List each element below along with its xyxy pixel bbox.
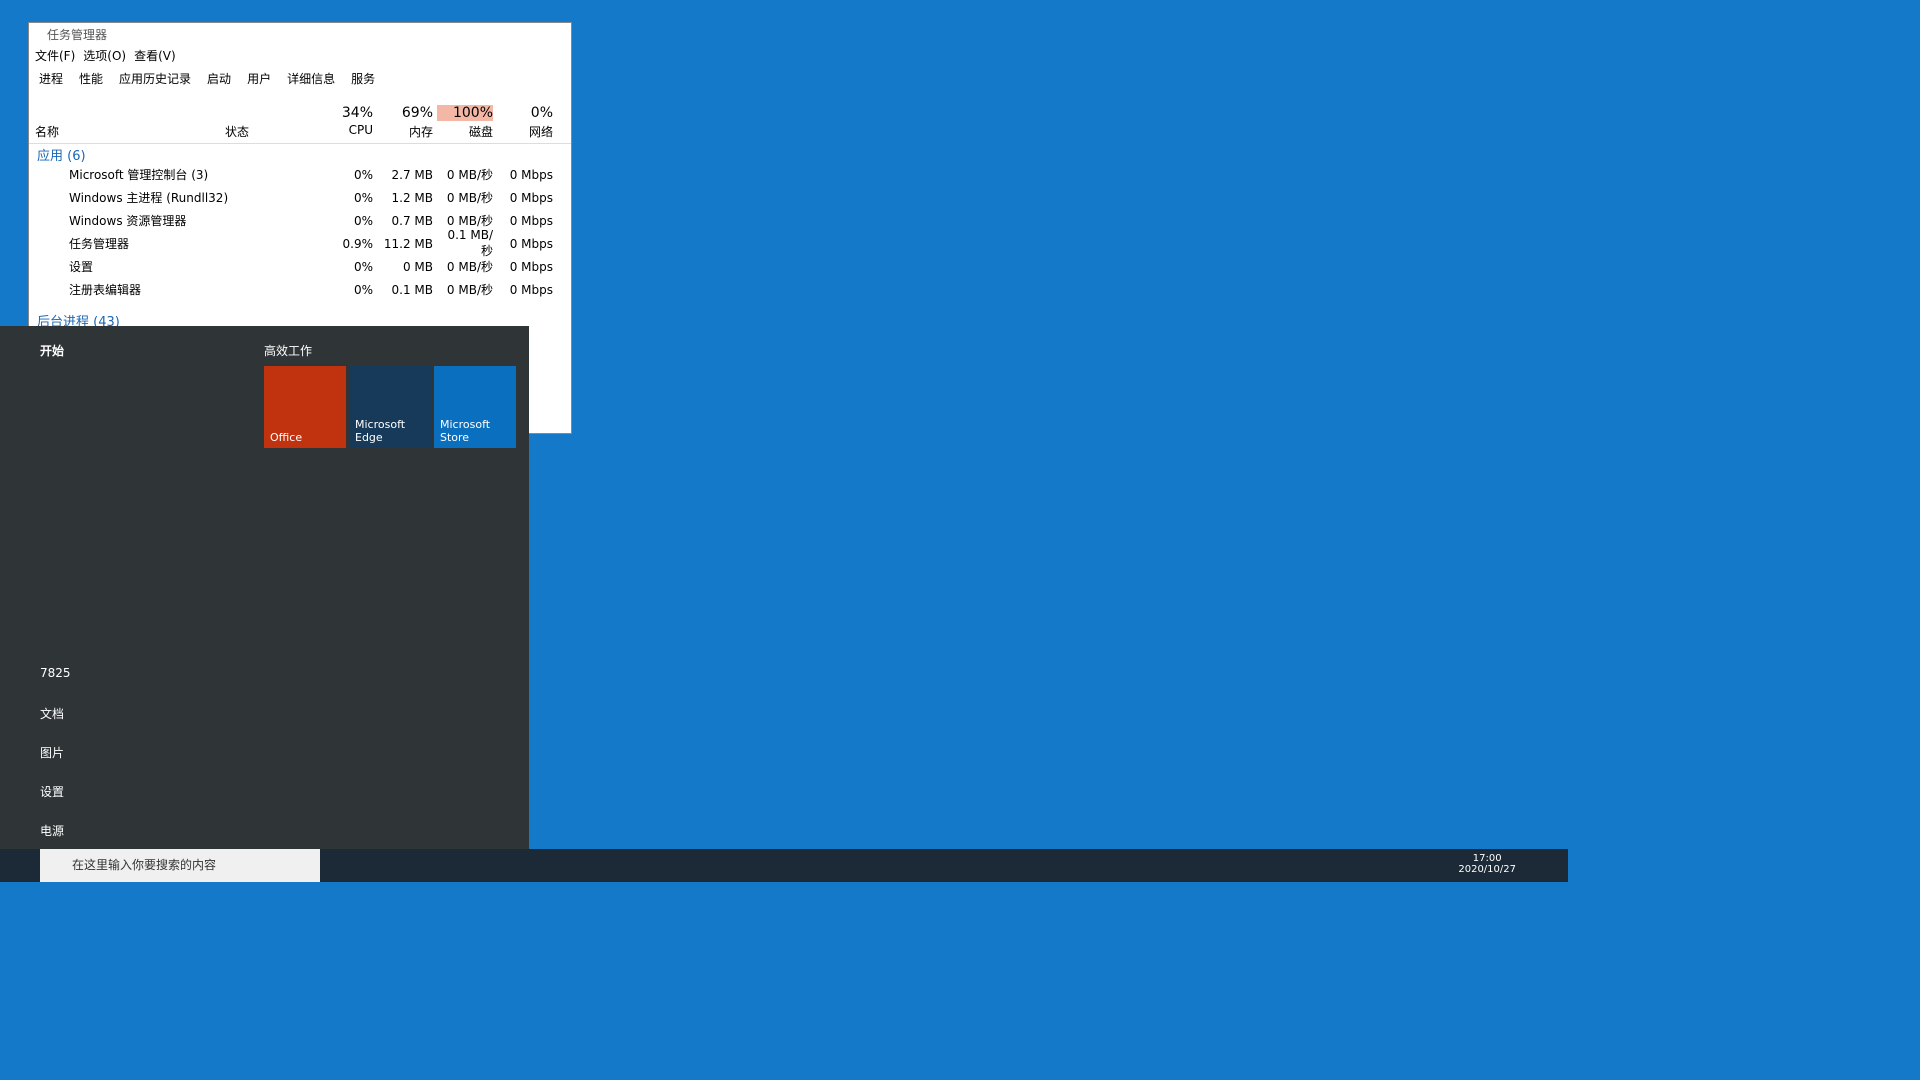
search-input[interactable]: 在这里输入你要搜索的内容: [40, 849, 320, 882]
col-name[interactable]: 名称: [35, 123, 59, 140]
process-disk: 0 MB/秒: [446, 168, 493, 182]
table-row[interactable]: 任务管理器 0.9% 11.2 MB 0.1 MB/秒 0 Mbps: [29, 228, 571, 258]
process-name: Windows 资源管理器: [69, 214, 187, 228]
table-row[interactable]: Windows 主进程 (Rundll32) 0% 1.2 MB 0 MB/秒 …: [29, 186, 571, 209]
process-net: 0 Mbps: [509, 213, 553, 228]
edge-tile[interactable]: Microsoft Edge: [349, 366, 431, 448]
process-disk: 0 MB/秒: [446, 191, 493, 205]
process-name: 设置: [69, 260, 94, 274]
taskbar: 在这里输入你要搜索的内容 17:00 2020/10/27: [0, 849, 1568, 882]
menu-view[interactable]: 查看(V): [134, 47, 176, 64]
table-row[interactable]: Microsoft 管理控制台 (3) 0% 2.7 MB 0 MB/秒 0 M…: [29, 163, 571, 186]
pictures-item[interactable]: 图片: [40, 744, 64, 761]
process-cpu: 0%: [353, 213, 373, 228]
tab-services[interactable]: 服务: [347, 68, 379, 89]
power-item[interactable]: 电源: [40, 822, 64, 839]
col-net: 网络: [528, 125, 553, 139]
process-disk: 0 MB/秒: [446, 283, 493, 297]
menu-file[interactable]: 文件(F): [35, 47, 75, 64]
process-mem: 11.2 MB: [383, 236, 433, 251]
process-cpu: 0.9%: [342, 236, 374, 251]
cpu-percent[interactable]: 34%: [317, 105, 373, 121]
col-status[interactable]: 状态: [225, 123, 249, 140]
user-account[interactable]: 7825: [40, 666, 71, 680]
process-name: 任务管理器: [69, 237, 130, 251]
disk-percent[interactable]: 100%: [437, 105, 493, 121]
table-header: 名称 状态 34% CPU 69% 内存 100% 磁盘 0% 网络: [29, 103, 571, 144]
net-percent[interactable]: 0%: [497, 105, 553, 121]
tab-users[interactable]: 用户: [243, 68, 275, 89]
process-cpu: 0%: [353, 259, 373, 274]
tab-performance[interactable]: 性能: [75, 68, 107, 89]
store-tile[interactable]: Microsoft Store: [434, 366, 516, 448]
menu-options[interactable]: 选项(O): [83, 47, 126, 64]
table-row[interactable]: 注册表编辑器 0% 0.1 MB 0 MB/秒 0 Mbps: [29, 278, 571, 301]
process-mem: 1.2 MB: [391, 190, 433, 205]
table-row[interactable]: 设置 0% 0 MB 0 MB/秒 0 Mbps: [29, 255, 571, 278]
process-cpu: 0%: [353, 282, 373, 297]
process-net: 0 Mbps: [509, 259, 553, 274]
process-name: Windows 主进程 (Rundll32): [69, 191, 229, 205]
tab-details[interactable]: 详细信息: [283, 68, 339, 89]
clock[interactable]: 17:00 2020/10/27: [1458, 853, 1516, 875]
process-disk: 0 MB/秒: [446, 260, 493, 274]
process-mem: 0 MB: [402, 259, 433, 274]
process-net: 0 Mbps: [509, 282, 553, 297]
tab-processes[interactable]: 进程: [35, 68, 67, 89]
documents-item[interactable]: 文档: [40, 705, 64, 722]
menu-bar: 文件(F) 选项(O) 查看(V): [29, 45, 571, 66]
mem-percent[interactable]: 69%: [377, 105, 433, 121]
process-disk: 0 MB/秒: [446, 214, 493, 228]
tab-bar: 进程 性能 应用历史记录 启动 用户 详细信息 服务: [29, 66, 571, 91]
tab-startup[interactable]: 启动: [203, 68, 235, 89]
process-mem: 0.7 MB: [391, 213, 433, 228]
process-cpu: 0%: [353, 167, 373, 182]
process-name: 注册表编辑器: [69, 283, 142, 297]
col-mem: 内存: [408, 125, 433, 139]
apps-group[interactable]: 应用 (6): [37, 145, 86, 164]
tab-app-history[interactable]: 应用历史记录: [115, 68, 195, 89]
process-name: Microsoft 管理控制台 (3): [69, 168, 209, 182]
start-title: 开始: [40, 344, 65, 358]
tile-group-title: 高效工作: [264, 344, 313, 358]
office-tile[interactable]: Office: [264, 366, 346, 448]
process-cpu: 0%: [353, 190, 373, 205]
start-menu: 开始 高效工作 Office Microsoft Edge Microsoft …: [0, 326, 529, 849]
process-net: 0 Mbps: [509, 236, 553, 251]
col-cpu: CPU: [348, 123, 373, 137]
process-net: 0 Mbps: [509, 190, 553, 205]
window-title: 任务管理器: [47, 27, 108, 42]
col-disk: 磁盘: [468, 125, 493, 139]
settings-item[interactable]: 设置: [40, 783, 64, 800]
process-mem: 0.1 MB: [391, 282, 433, 297]
process-net: 0 Mbps: [509, 167, 553, 182]
process-mem: 2.7 MB: [391, 167, 433, 182]
